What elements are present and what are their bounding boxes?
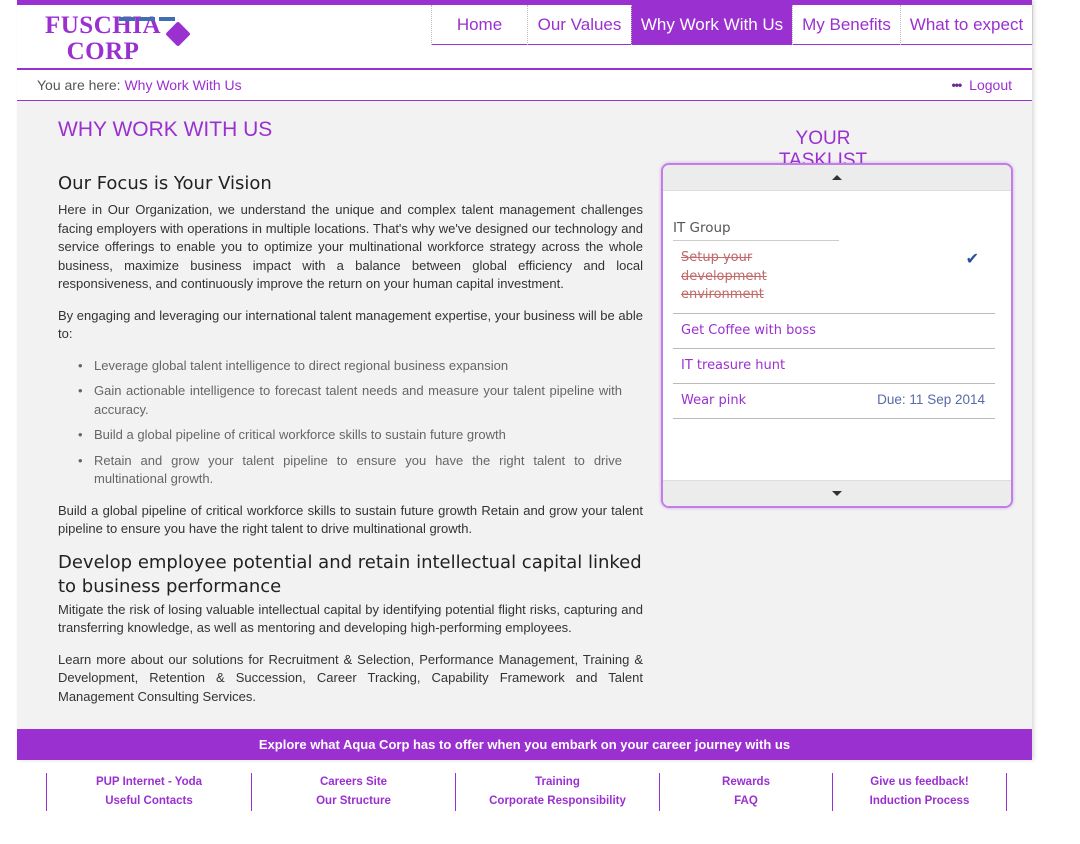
footer-column: Rewards FAQ [659, 773, 832, 811]
paragraph-learn-more: Learn more about our solutions for Recru… [58, 651, 643, 704]
paragraph-engaging: By engaging and leveraging our internati… [58, 307, 643, 342]
breadcrumb-current[interactable]: Why Work With Us [124, 77, 241, 93]
task-name: IT treasure hunt [681, 357, 786, 373]
footer-column: PUP Internet - Yoda Useful Contacts [46, 773, 251, 811]
footer-link-faq[interactable]: FAQ [660, 792, 832, 811]
footer-link-rewards[interactable]: Rewards [660, 773, 832, 792]
footer-link-training[interactable]: Training [456, 773, 659, 792]
page-title: WHY WORK WITH US [58, 118, 273, 141]
task-name: Setup your development environment [681, 250, 767, 302]
site-header: FUSCHIA CORP Home Our Values Why Work Wi… [17, 0, 1033, 70]
check-icon: ✔ [965, 249, 979, 268]
task-list: Setup your development environment ✔ Get… [673, 243, 995, 419]
list-item: Build a global pipeline of critical work… [78, 426, 622, 445]
page-container: FUSCHIA CORP Home Our Values Why Work Wi… [17, 0, 1033, 760]
footer-link-induction-process[interactable]: Induction Process [833, 792, 1006, 811]
nav-home[interactable]: Home [431, 5, 527, 45]
footer-banner: Explore what Aqua Corp has to offer when… [17, 729, 1032, 760]
main-content: WHY WORK WITH US Our Focus is Your Visio… [58, 118, 643, 706]
section-heading-develop: Develop employee potential and retain in… [58, 551, 642, 597]
caret-down-icon [832, 491, 842, 496]
tasklist-panel: IT Group Setup your development environm… [661, 163, 1013, 508]
section-heading-focus: Our Focus is Your Vision [58, 173, 272, 194]
breadcrumb-bar: You are here: Why Work With Us ••• Logou… [17, 70, 1032, 101]
footer-link-our-structure[interactable]: Our Structure [252, 792, 455, 811]
logout-label[interactable]: Logout [969, 77, 1012, 93]
footer-column: Training Corporate Responsibility [455, 773, 659, 811]
logo[interactable]: FUSCHIA CORP [43, 13, 193, 69]
task-item-treasure-hunt[interactable]: IT treasure hunt [673, 349, 995, 384]
task-item-setup[interactable]: Setup your development environment ✔ [673, 243, 995, 314]
logout-link[interactable]: ••• Logout [952, 77, 1012, 93]
main-nav: Home Our Values Why Work With Us My Bene… [431, 5, 1033, 45]
list-item: Retain and grow your talent pipeline to … [78, 452, 622, 489]
paragraph-intro: Here in Our Organization, we understand … [58, 202, 643, 291]
breadcrumb: You are here: Why Work With Us [37, 77, 242, 93]
footer-link-useful-contacts[interactable]: Useful Contacts [47, 792, 251, 811]
caret-up-icon [832, 175, 842, 180]
footer-column: Careers Site Our Structure [251, 773, 455, 811]
more-icon[interactable]: ••• [952, 78, 963, 92]
scroll-up-button[interactable] [663, 165, 1011, 191]
scroll-down-button[interactable] [663, 480, 1011, 506]
footer-link-corporate-responsibility[interactable]: Corporate Responsibility [456, 792, 659, 811]
task-name: Wear pink [681, 392, 747, 408]
task-item-wear-pink[interactable]: Wear pink Due: 11 Sep 2014 [673, 384, 995, 419]
breadcrumb-prefix: You are here: [37, 77, 121, 93]
logo-line2: CORP [66, 38, 140, 65]
benefit-list: Leverage global talent intelligence to d… [78, 357, 643, 489]
footer-link-feedback[interactable]: Give us feedback! [833, 773, 1006, 792]
nav-why-work-with-us[interactable]: Why Work With Us [631, 5, 792, 45]
nav-what-to-expect[interactable]: What to expect [900, 5, 1033, 45]
list-item: Leverage global talent intelligence to d… [78, 357, 622, 376]
footer-link-pup-internet[interactable]: PUP Internet - Yoda [47, 773, 251, 792]
diamond-icon [165, 21, 191, 47]
task-item-coffee[interactable]: Get Coffee with boss [673, 314, 995, 349]
nav-our-values[interactable]: Our Values [527, 5, 631, 45]
paragraph-pipeline: Build a global pipeline of critical work… [58, 502, 643, 537]
logo-marks [119, 8, 181, 21]
task-group-label: IT Group [673, 220, 839, 241]
task-due-date: Due: 11 Sep 2014 [877, 391, 985, 407]
list-item: Gain actionable intelligence to forecast… [78, 382, 622, 419]
footer-link-careers-site[interactable]: Careers Site [252, 773, 455, 792]
footer-column: Give us feedback! Induction Process [832, 773, 1007, 811]
footer-links: PUP Internet - Yoda Useful Contacts Care… [46, 773, 1008, 811]
paragraph-mitigate: Mitigate the risk of losing valuable int… [58, 601, 643, 636]
nav-my-benefits[interactable]: My Benefits [792, 5, 900, 45]
task-name: Get Coffee with boss [681, 322, 816, 338]
